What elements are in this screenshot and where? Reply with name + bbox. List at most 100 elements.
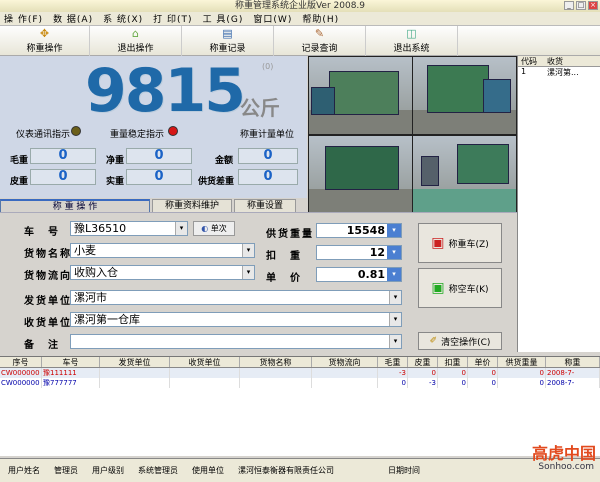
- watermark-brand: 高虎中国: [531, 444, 596, 463]
- maximize-button[interactable]: □: [576, 1, 586, 10]
- sender-input[interactable]: 漯河市 ▾: [70, 290, 402, 305]
- camera-feed-4: [413, 136, 516, 213]
- camera-feeds: [308, 56, 517, 214]
- table-row[interactable]: CW000000 豫111111 -3 0 0 0 0 2008-7-: [0, 368, 600, 378]
- comm-indicator-light: [71, 126, 81, 136]
- watermark-site: Sonhoo.com: [538, 462, 594, 472]
- exit-system-button[interactable]: ◫ 退出系统: [366, 26, 458, 56]
- weigh-operation-icon: ✥: [39, 27, 50, 40]
- window-title: 称重管理系统企业版Ver 2008.9: [234, 1, 366, 11]
- price-label: 单 价: [266, 273, 302, 284]
- supply-label: 供货重量: [266, 229, 314, 240]
- diff-value: 0: [238, 169, 298, 185]
- home-icon: ⌂: [132, 27, 139, 40]
- weigh-heavy-button[interactable]: ▣ 称重车(Z): [418, 223, 502, 263]
- gross-label: 毛重: [10, 156, 29, 166]
- status-level-label: 用户级别: [92, 466, 124, 475]
- goods-input[interactable]: 小麦 ▾: [70, 243, 255, 258]
- chevron-down-icon[interactable]: ▾: [242, 266, 254, 279]
- receiver-list-panel: 代码 收货 1 漯河第...: [517, 56, 600, 352]
- clear-button[interactable]: ✐ 清空操作(C): [418, 332, 502, 350]
- camera-feed-3: [309, 136, 412, 213]
- weight-readout: 9815: [85, 56, 246, 126]
- menu-window[interactable]: 窗口(W): [253, 12, 292, 25]
- flow-input[interactable]: 收购入仓 ▾: [70, 265, 255, 280]
- table-header: 序号 车号 发货单位 收货单位 货物名称 货物流向 毛重 皮重 扣重 单价 供货…: [0, 357, 600, 368]
- status-bar: 用户姓名 管理员 用户级别 系统管理员 使用单位 漯河恒泰衡器有限责任公司 日期…: [0, 458, 600, 482]
- actual-value: 0: [126, 169, 192, 185]
- weigh-empty-button[interactable]: ▣ 称空车(K): [418, 268, 502, 308]
- diff-label: 供货差重: [198, 177, 235, 187]
- chevron-down-icon[interactable]: ▾: [389, 335, 401, 348]
- menu-operate[interactable]: 操 作(F): [4, 12, 43, 25]
- amount-label: 金额: [215, 156, 234, 166]
- camera-feed-2: [413, 57, 516, 134]
- table-row[interactable]: CW000000 豫777777 0 -3 0 0 0 2008-7-: [0, 378, 600, 388]
- camera-feed-1: [309, 57, 412, 134]
- tab-data-maintenance[interactable]: 称重资料维护: [152, 199, 233, 212]
- minimize-button[interactable]: _: [564, 1, 574, 10]
- sender-label: 发货单位: [24, 296, 72, 307]
- search-icon: ◐: [201, 224, 209, 233]
- spinner-icon[interactable]: ▾: [387, 224, 401, 237]
- menu-system[interactable]: 系 统(X): [103, 12, 143, 25]
- broom-icon: ✐: [429, 336, 438, 346]
- weigh-operation-button[interactable]: ✥ 称重操作: [0, 26, 90, 56]
- supply-input[interactable]: 15548 ▾: [316, 223, 402, 238]
- query-icon: ✎: [314, 27, 325, 40]
- amount-value: 0: [238, 148, 298, 164]
- plate-input[interactable]: 豫L36510 ▾: [70, 221, 188, 236]
- tare-label: 皮重: [10, 177, 29, 187]
- menu-tools[interactable]: 工 具(G): [203, 12, 244, 25]
- title-bar: 称重管理系统企业版Ver 2008.9 _ □ ×: [0, 0, 600, 12]
- chevron-down-icon[interactable]: ▾: [389, 313, 401, 326]
- actual-label: 实重: [106, 177, 125, 187]
- close-button[interactable]: ×: [588, 1, 598, 10]
- records-table: 序号 车号 发货单位 收货单位 货物名称 货物流向 毛重 皮重 扣重 单价 供货…: [0, 356, 600, 456]
- goods-label: 货物名称: [24, 249, 72, 260]
- tab-bar: 称 重 操 作 称重资料维护 称重设置: [0, 198, 308, 212]
- status-user-label: 用户姓名: [8, 466, 40, 475]
- chevron-down-icon[interactable]: ▾: [242, 244, 254, 257]
- record-query-button[interactable]: ✎ 记录查询: [274, 26, 366, 56]
- tab-weigh-operation[interactable]: 称 重 操 作: [0, 199, 150, 212]
- tare-value: 0: [30, 169, 96, 185]
- net-value: 0: [126, 148, 192, 164]
- weigh-form: 车 号 豫L36510 ▾ ◐ 单次 货物名称 小麦 ▾ 货物流向 收购入仓 ▾…: [0, 212, 517, 352]
- stable-indicator-label: 重量稳定指示: [110, 130, 165, 140]
- single-button[interactable]: ◐ 单次: [193, 221, 235, 236]
- sub-readout: (0): [262, 62, 274, 71]
- status-org: 漯河恒泰衡器有限责任公司: [238, 466, 334, 475]
- receiver-label: 收货单位: [24, 318, 72, 329]
- deduct-input[interactable]: 12 ▾: [316, 245, 402, 260]
- weigh-records-button[interactable]: ▤ 称重记录: [182, 26, 274, 56]
- list-item[interactable]: 1 漯河第...: [518, 67, 600, 78]
- spinner-icon[interactable]: ▾: [387, 246, 401, 259]
- weight-unit: 公斤: [240, 96, 280, 120]
- deduct-label: 扣 重: [266, 251, 302, 262]
- gross-value: 0: [30, 148, 96, 164]
- flow-label: 货物流向: [24, 271, 72, 282]
- menu-print[interactable]: 打 印(T): [153, 12, 192, 25]
- plate-label: 车 号: [24, 227, 60, 238]
- net-label: 净重: [106, 156, 125, 166]
- note-input[interactable]: ▾: [70, 334, 402, 349]
- col-code-header[interactable]: 代码: [518, 56, 544, 66]
- status-user: 管理员: [54, 466, 78, 475]
- col-receiver-header[interactable]: 收货: [544, 56, 563, 66]
- chevron-down-icon[interactable]: ▾: [389, 291, 401, 304]
- price-input[interactable]: 0.81 ▾: [316, 267, 402, 282]
- exit-icon: ◫: [406, 27, 417, 40]
- note-label: 备 注: [24, 340, 60, 351]
- menu-help[interactable]: 帮助(H): [302, 12, 339, 25]
- status-org-label: 使用单位: [192, 466, 224, 475]
- chevron-down-icon[interactable]: ▾: [175, 222, 187, 235]
- toolbar: ✥ 称重操作 ⌂ 退出操作 ▤ 称重记录 ✎ 记录查询 ◫ 退出系统: [0, 26, 600, 56]
- menu-data[interactable]: 数 据(A): [53, 12, 93, 25]
- comm-indicator-label: 仪表通讯指示: [16, 130, 71, 140]
- status-level: 系统管理员: [138, 466, 178, 475]
- exit-operation-button[interactable]: ⌂ 退出操作: [90, 26, 182, 56]
- spinner-icon[interactable]: ▾: [387, 268, 401, 281]
- tab-settings[interactable]: 称重设置: [234, 199, 297, 212]
- receiver-input[interactable]: 漯河第一仓库 ▾: [70, 312, 402, 327]
